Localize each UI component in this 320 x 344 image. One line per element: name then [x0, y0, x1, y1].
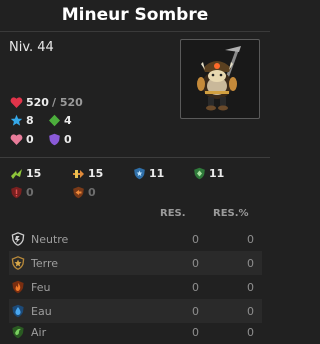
element-row-neutre: Neutre 0 0: [9, 227, 262, 251]
element-res-percent: 0: [247, 280, 254, 294]
element-res-percent: 0: [247, 232, 254, 246]
element-res: 0: [192, 232, 199, 246]
element-row-feu: Feu 0 0: [9, 275, 262, 299]
mp-resist-value: 11: [209, 167, 225, 180]
heart-icon: [10, 97, 23, 108]
critical-resist-stat: 0: [10, 186, 34, 199]
movement-points-stat: 4: [48, 114, 72, 127]
ap-dodge-value: 15: [26, 167, 42, 180]
movement-points-value: 4: [64, 114, 72, 127]
lock-stat: 0: [10, 133, 34, 146]
column-header-res: RES.: [160, 208, 186, 219]
critical-resist-shield-icon: [11, 186, 22, 199]
element-res-percent: 0: [247, 304, 254, 318]
title-divider: [0, 31, 270, 32]
green-diamond-icon: [49, 114, 60, 127]
fire-element-icon: [12, 280, 24, 294]
element-res: 0: [192, 325, 199, 339]
element-row-air: Air 0 0: [9, 320, 262, 344]
element-name: Neutre: [31, 232, 69, 246]
shield-value: 0: [64, 133, 72, 146]
mp-resist-stat: 11: [193, 167, 224, 180]
health-value: 520: [26, 96, 49, 109]
element-res-percent: 0: [247, 256, 254, 270]
action-points-stat: 8: [10, 114, 34, 127]
mp-dodge-stat: 15: [72, 167, 103, 180]
column-header-res-percent: RES.%: [213, 208, 249, 219]
health-stat: 520 / 520: [10, 96, 83, 109]
dark-miner-portrait: [197, 46, 241, 111]
element-row-terre: Terre 0 0: [9, 251, 262, 275]
element-name: Feu: [31, 280, 51, 294]
shield-icon: [49, 133, 60, 146]
push-resist-shield-icon: [73, 186, 84, 199]
monster-level: Niv. 44: [9, 40, 54, 55]
element-name: Air: [31, 325, 47, 339]
element-name: Terre: [31, 256, 58, 270]
ap-dodge-stat: 15: [10, 167, 41, 180]
air-element-icon: [12, 325, 24, 339]
neutral-element-icon: [11, 232, 25, 246]
mp-dodge-icon: [73, 170, 84, 178]
push-resist-value: 0: [88, 186, 96, 199]
ap-resist-shield-icon: [134, 167, 145, 180]
element-res: 0: [192, 304, 199, 318]
water-element-icon: [12, 304, 24, 318]
ap-resist-value: 11: [149, 167, 165, 180]
lock-value: 0: [26, 133, 34, 146]
section-divider: [0, 157, 270, 158]
star-icon: [10, 114, 23, 126]
earth-element-icon: [11, 256, 25, 270]
action-points-value: 8: [26, 114, 34, 127]
mp-dodge-value: 15: [88, 167, 104, 180]
element-res-percent: 0: [247, 325, 254, 339]
pink-heart-icon: [10, 134, 23, 145]
monster-name: Mineur Sombre: [61, 5, 209, 25]
monster-portrait: [180, 39, 260, 119]
push-resist-stat: 0: [72, 186, 96, 199]
mp-resist-shield-icon: [194, 167, 205, 180]
ap-resist-stat: 11: [133, 167, 164, 180]
ap-dodge-icon: [11, 169, 22, 179]
element-res: 0: [192, 256, 199, 270]
element-res: 0: [192, 280, 199, 294]
element-name: Eau: [31, 304, 52, 318]
critical-resist-value: 0: [26, 186, 34, 199]
health-max: / 520: [51, 96, 83, 109]
shield-stat: 0: [48, 133, 72, 146]
